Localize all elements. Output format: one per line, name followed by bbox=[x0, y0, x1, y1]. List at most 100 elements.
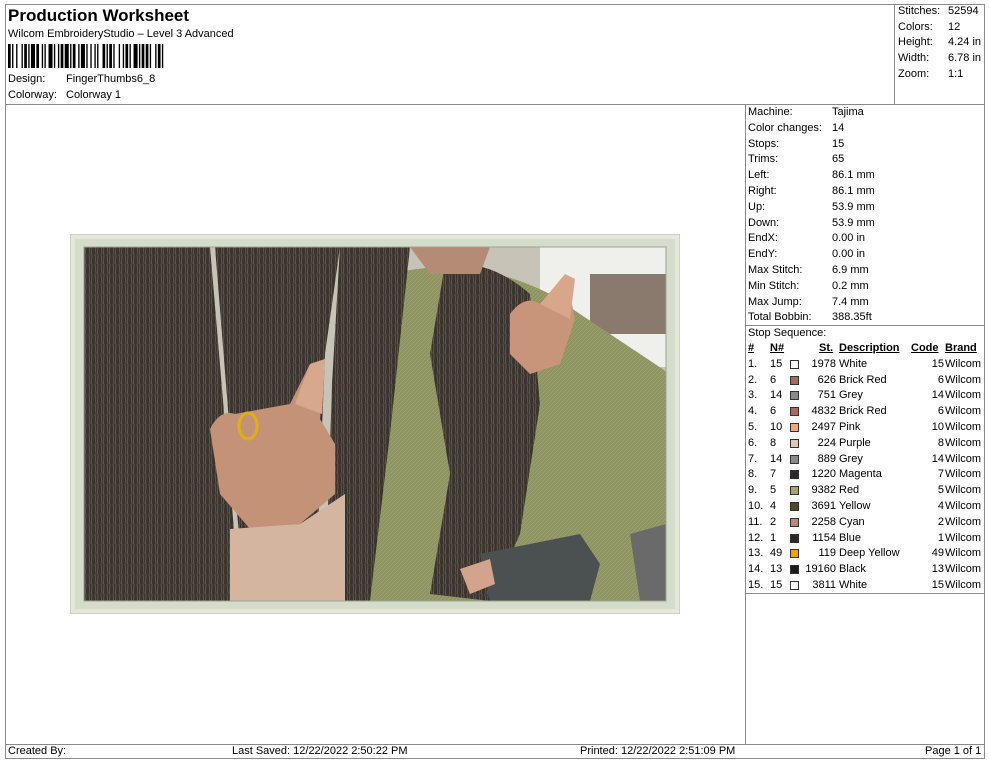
barcode-bar bbox=[149, 44, 152, 68]
stat-value: 1:1 bbox=[948, 67, 964, 80]
machine-row: Max Stitch: 6.9 mm bbox=[748, 264, 988, 280]
row-num: 5. bbox=[748, 420, 758, 433]
row-stitches: 1154 bbox=[812, 531, 836, 544]
row-stitches: 224 bbox=[817, 436, 836, 449]
barcode-bar bbox=[109, 44, 112, 68]
software-subtitle: Wilcom EmbroideryStudio – Level 3 Advanc… bbox=[8, 28, 234, 40]
stat-value: 4.24 in bbox=[948, 36, 982, 49]
barcode-bar bbox=[72, 44, 76, 68]
barcode-bar bbox=[97, 44, 99, 68]
machine-label: EndY: bbox=[748, 248, 778, 261]
barcode-bar bbox=[12, 44, 14, 68]
color-swatch bbox=[790, 486, 799, 496]
machine-label: Machine: bbox=[748, 106, 793, 118]
stat-row: Stitches: 52594 bbox=[898, 5, 988, 21]
table-row: 11. 2 2258 Cyan 2 Wilcom bbox=[748, 516, 988, 532]
table-row: 8. 7 1220 Magenta 7 Wilcom bbox=[748, 468, 988, 484]
col-n-header: N# bbox=[770, 342, 785, 354]
machine-row: Down: 53.9 mm bbox=[748, 217, 988, 233]
row-description: White bbox=[839, 357, 868, 370]
row-num: 10. bbox=[748, 499, 764, 512]
table-row: 7. 14 889 Grey 14 Wilcom bbox=[748, 453, 988, 469]
barcode-bar bbox=[60, 44, 64, 68]
barcode-bar bbox=[113, 44, 115, 68]
row-num: 11. bbox=[748, 515, 763, 528]
color-swatch bbox=[790, 454, 799, 464]
page-number: Page 1 of 1 bbox=[925, 745, 982, 757]
page-title: Production Worksheet bbox=[8, 6, 190, 25]
machine-value: Tajima bbox=[832, 106, 864, 118]
machine-label: Down: bbox=[748, 216, 780, 229]
barcode-bar bbox=[41, 44, 44, 68]
color-swatch bbox=[790, 438, 799, 448]
row-num: 13. bbox=[748, 547, 764, 560]
barcode-bar bbox=[78, 44, 80, 68]
row-needle: 49 bbox=[770, 547, 783, 560]
barcode-bar bbox=[21, 44, 23, 68]
barcode-icon bbox=[8, 44, 164, 68]
row-stitches: 4832 bbox=[811, 405, 836, 418]
barcode-bar bbox=[16, 44, 18, 68]
barcode-bar bbox=[122, 44, 125, 68]
row-needle: 7 bbox=[770, 468, 777, 481]
row-brand: Wilcom bbox=[945, 484, 982, 497]
row-description: White bbox=[839, 578, 868, 591]
barcode-bar bbox=[24, 44, 27, 68]
table-row: 5. 10 2497 Pink 10 Wilcom bbox=[748, 421, 988, 437]
row-code: 10 bbox=[931, 420, 944, 433]
color-swatch bbox=[790, 470, 799, 480]
color-swatch bbox=[790, 391, 799, 401]
row-description: Deep Yellow bbox=[839, 547, 900, 560]
machine-label: Max Stitch: bbox=[748, 263, 803, 276]
row-num: 15. bbox=[748, 578, 764, 591]
machine-value: 388.35ft bbox=[832, 311, 872, 324]
row-brand: Wilcom bbox=[945, 531, 982, 544]
table-row: 9. 5 9382 Red 5 Wilcom bbox=[748, 484, 988, 500]
color-swatch bbox=[790, 580, 799, 590]
stat-label: Stitches: bbox=[898, 5, 941, 17]
barcode-bar bbox=[28, 44, 30, 68]
barcode-bar bbox=[133, 44, 138, 68]
stat-label: Height: bbox=[898, 36, 933, 49]
barcode-bar bbox=[53, 44, 56, 68]
barcode-bar bbox=[8, 44, 11, 68]
row-code: 5 bbox=[937, 484, 944, 497]
machine-label: Max Jump: bbox=[748, 295, 802, 308]
stat-row: Width: 6.78 in bbox=[898, 52, 988, 68]
machine-value: 86.1 mm bbox=[832, 184, 875, 197]
barcode-bar bbox=[80, 44, 85, 68]
barcode-bar bbox=[94, 44, 96, 68]
machine-value: 0.2 mm bbox=[832, 279, 869, 292]
row-needle: 1 bbox=[770, 531, 777, 544]
machine-label: EndX: bbox=[748, 232, 778, 245]
barcode-bar bbox=[36, 44, 40, 68]
machine-row: Stops: 15 bbox=[748, 138, 988, 154]
barcode-bar bbox=[155, 44, 157, 68]
machine-row: Up: 53.9 mm bbox=[748, 201, 988, 217]
row-code: 6 bbox=[937, 405, 944, 418]
stat-row: Height: 4.24 in bbox=[898, 36, 988, 52]
machine-value: 15 bbox=[832, 137, 845, 150]
barcode-bar bbox=[102, 44, 106, 68]
colorway-label: Colorway: bbox=[8, 89, 57, 101]
machine-label: Color changes: bbox=[748, 121, 822, 134]
row-description: Blue bbox=[839, 531, 862, 544]
machine-row: Left: 86.1 mm bbox=[748, 169, 988, 185]
row-stitches: 2497 bbox=[811, 420, 836, 433]
row-code: 14 bbox=[931, 452, 944, 465]
col-num-header: # bbox=[748, 342, 755, 354]
table-row: 10. 4 3691 Yellow 4 Wilcom bbox=[748, 500, 988, 516]
row-description: Yellow bbox=[839, 499, 871, 512]
color-swatch bbox=[790, 359, 799, 369]
row-code: 4 bbox=[937, 499, 944, 512]
barcode-bar bbox=[118, 44, 121, 68]
row-num: 7. bbox=[748, 452, 758, 465]
table-row: 2. 6 626 Brick Red 6 Wilcom bbox=[748, 374, 988, 390]
machine-row: Total Bobbin: 388.35ft bbox=[748, 311, 988, 327]
table-row: 15. 15 3811 White 15 Wilcom bbox=[748, 579, 988, 595]
row-brand: Wilcom bbox=[945, 357, 982, 370]
stop-sequence-table: # N# St. Description Code Brand 1. 15 1978… bbox=[748, 342, 988, 595]
table-row: 14. 13 19160 Black 13 Wilcom bbox=[748, 563, 988, 579]
row-brand: Wilcom bbox=[945, 420, 982, 433]
row-brand: Wilcom bbox=[945, 499, 982, 512]
